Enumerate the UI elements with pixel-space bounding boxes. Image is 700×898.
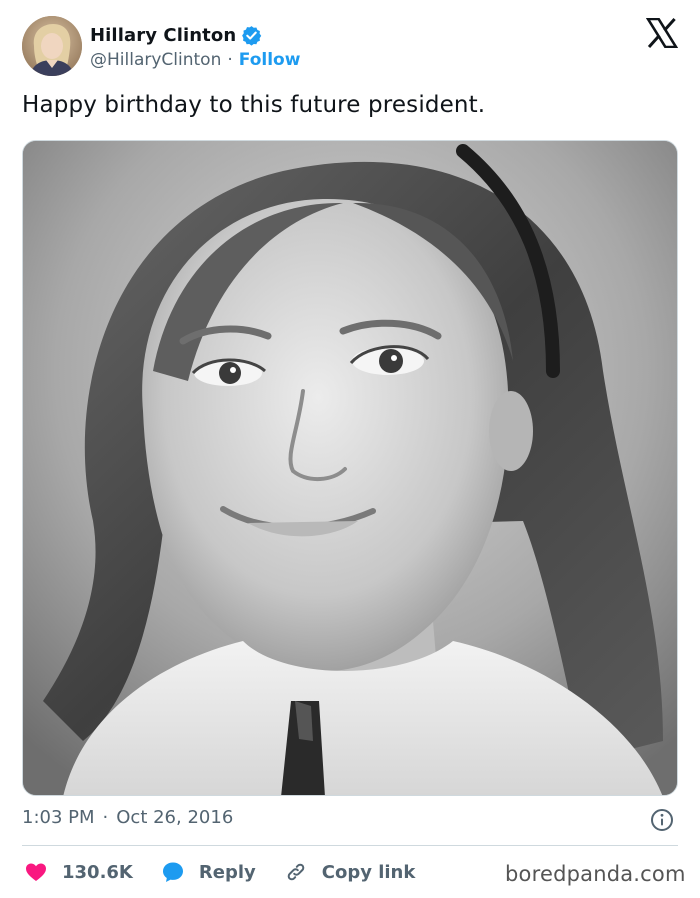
like-count: 130.6K: [62, 861, 133, 883]
copy-link-label: Copy link: [321, 861, 416, 883]
reply-label: Reply: [198, 861, 256, 883]
like-button[interactable]: 130.6K: [24, 860, 133, 884]
author-display-name[interactable]: Hillary Clinton: [90, 25, 236, 46]
info-icon[interactable]: [650, 808, 674, 832]
verified-badge-icon: [241, 25, 262, 46]
follow-button[interactable]: Follow: [239, 50, 301, 70]
divider: [22, 845, 678, 846]
action-bar: 130.6K Reply Copy link: [24, 856, 443, 888]
author-name-row: Hillary Clinton: [90, 22, 262, 48]
watermark: boredpanda.com: [505, 862, 686, 886]
timestamp-separator: ·: [102, 807, 109, 828]
tweet-photo[interactable]: [22, 140, 678, 796]
x-logo-icon[interactable]: [646, 18, 678, 48]
handle-separator: ·: [227, 50, 233, 70]
copy-link-button[interactable]: Copy link: [284, 860, 416, 884]
tweet-time: 1:03 PM: [22, 807, 95, 828]
tweet-date: Oct 26, 2016: [116, 807, 234, 828]
author-handle[interactable]: @HillaryClinton: [90, 50, 221, 70]
heart-icon: [24, 860, 48, 884]
author-handle-row: @HillaryClinton · Follow: [90, 48, 300, 72]
tweet-timestamp[interactable]: 1:03 PM · Oct 26, 2016: [22, 807, 233, 828]
link-icon: [284, 860, 308, 884]
speech-bubble-icon: [161, 860, 185, 884]
tweet-text: Happy birthday to this future president.: [22, 92, 486, 118]
avatar[interactable]: [22, 16, 82, 76]
tweet-card: Hillary Clinton @HillaryClinton · Follow…: [0, 0, 700, 898]
reply-button[interactable]: Reply: [161, 860, 256, 884]
